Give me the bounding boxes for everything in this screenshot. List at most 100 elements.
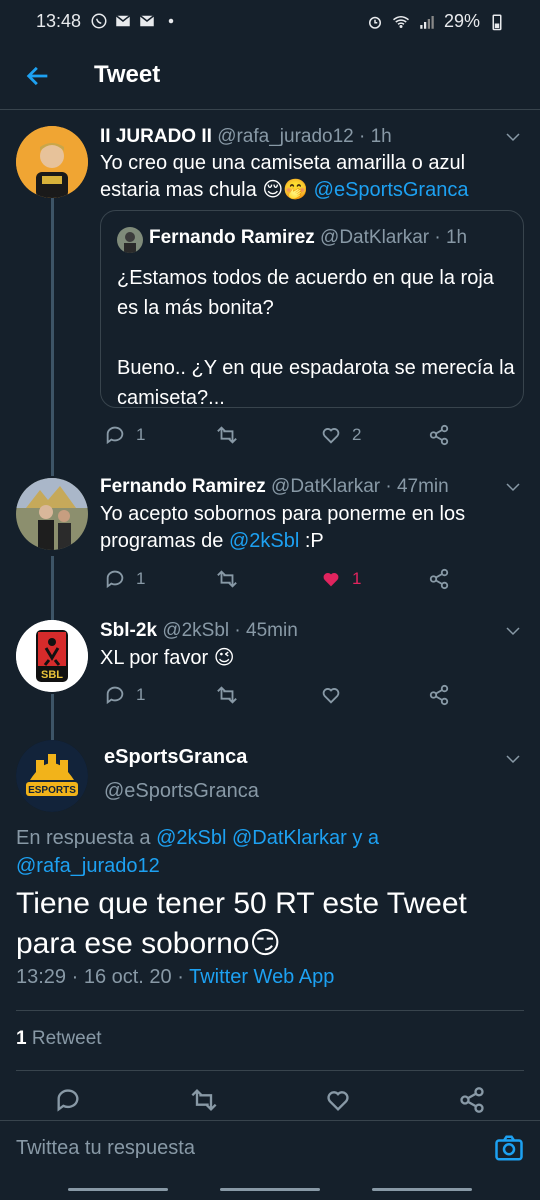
author-name[interactable]: Fernando Ramirez xyxy=(100,476,266,497)
reply-count: 1 xyxy=(136,425,146,444)
like-action[interactable] xyxy=(320,684,342,706)
nav-home[interactable] xyxy=(220,1188,320,1191)
tweet-actions: 1 xyxy=(100,684,460,708)
chevron-down-icon[interactable] xyxy=(504,128,522,146)
avatar[interactable] xyxy=(16,126,88,198)
chevron-down-icon[interactable] xyxy=(504,622,522,640)
retweet-count: 1 xyxy=(16,1028,27,1049)
share-icon[interactable] xyxy=(428,568,450,590)
retweet-icon[interactable] xyxy=(216,424,238,446)
author-meta: @rafa_jurado12 · 1h xyxy=(217,126,392,147)
mail-icon xyxy=(139,15,155,27)
reply-tweet[interactable]: Fernando Ramirez @DatKlarkar · 47min Yo … xyxy=(0,468,540,612)
avatar[interactable] xyxy=(16,478,88,550)
tweet-header: Fernando Ramirez @DatKlarkar · 47min xyxy=(100,476,449,498)
main-author-handle[interactable]: @eSportsGranca xyxy=(104,780,259,803)
page-title: Tweet xyxy=(94,61,161,88)
share-icon[interactable] xyxy=(458,1086,486,1114)
logo-text: SBL xyxy=(41,669,63,681)
tweet-body: :P xyxy=(299,530,324,552)
notification-icons xyxy=(90,12,180,30)
tweet-body: XL por favor 😉 xyxy=(100,647,235,669)
thread-line xyxy=(51,612,54,620)
chevron-down-icon[interactable] xyxy=(504,478,522,496)
reply-action[interactable]: 1 xyxy=(104,424,145,446)
like-count: 1 xyxy=(352,569,362,588)
mail-icon xyxy=(115,15,131,27)
share-icon[interactable] xyxy=(428,684,450,706)
share-action[interactable] xyxy=(428,684,450,706)
thread-line xyxy=(51,556,54,612)
retweet-stats[interactable]: 1 Retweet xyxy=(16,1028,102,1050)
nav-back[interactable] xyxy=(372,1188,472,1191)
tweet-meta: 13:29 · 16 oct. 20 · Twitter Web App xyxy=(16,966,334,989)
heart-icon[interactable] xyxy=(320,684,342,706)
tweet-text: Yo acepto sobornos para ponerme en los p… xyxy=(100,501,500,555)
tweet-actions: 1 1 xyxy=(100,568,460,592)
tweet-header: Sbl-2k @2kSbl · 45min xyxy=(100,620,298,642)
share-action[interactable] xyxy=(428,424,450,446)
quote-author-meta: @DatKlarkar · 1h xyxy=(320,227,468,248)
reply-mention-last[interactable]: @rafa_jurado12 xyxy=(16,855,160,877)
mention-link[interactable]: @eSportsGranca xyxy=(314,179,469,201)
signal-icon xyxy=(420,15,434,29)
nav-recents[interactable] xyxy=(68,1188,168,1191)
share-icon[interactable] xyxy=(428,424,450,446)
main-author-name[interactable]: eSportsGranca xyxy=(104,746,247,769)
tweet-source[interactable]: Twitter Web App xyxy=(189,966,334,988)
reply-prefix: En respuesta a xyxy=(16,827,151,849)
reply-composer[interactable]: Twittea tu respuesta xyxy=(0,1120,540,1176)
reply-and[interactable]: y a xyxy=(352,827,379,849)
reply-input[interactable]: Twittea tu respuesta xyxy=(16,1137,195,1160)
like-action[interactable]: 1 xyxy=(320,568,361,590)
retweet-icon[interactable] xyxy=(216,684,238,706)
reply-icon[interactable] xyxy=(54,1086,82,1114)
camera-icon[interactable] xyxy=(494,1133,524,1163)
thread-line xyxy=(51,198,54,468)
status-right: 29% xyxy=(366,11,506,32)
reply-action[interactable]: 1 xyxy=(104,684,145,706)
retweet-label: Retweet xyxy=(31,1028,102,1049)
retweet-action[interactable] xyxy=(216,568,238,590)
reply-icon[interactable] xyxy=(104,424,126,446)
retweet-icon[interactable] xyxy=(216,568,238,590)
reply-icon[interactable] xyxy=(104,568,126,590)
main-avatar[interactable]: ESPORTS xyxy=(16,740,88,812)
quote-author-name: Fernando Ramirez xyxy=(149,227,315,248)
whatsapp-icon xyxy=(91,13,107,29)
tweet-header: II JURADO II @rafa_jurado12 · 1h xyxy=(100,126,392,148)
retweet-action[interactable] xyxy=(216,424,238,446)
divider xyxy=(16,1070,524,1071)
heart-icon[interactable] xyxy=(320,424,342,446)
main-tweet-actions xyxy=(0,1086,540,1116)
thread-line xyxy=(51,694,54,732)
divider xyxy=(16,1010,524,1011)
status-time: 13:48 xyxy=(36,11,82,31)
top-bar: Tweet xyxy=(0,44,540,110)
author-name[interactable]: II JURADO II xyxy=(100,126,212,147)
heart-icon[interactable] xyxy=(324,1086,352,1114)
back-arrow-icon[interactable] xyxy=(24,62,52,90)
author-name[interactable]: Sbl-2k xyxy=(100,620,157,641)
reply-tweet[interactable]: SBL Sbl-2k @2kSbl · 45min XL por favor 😉… xyxy=(0,612,540,732)
like-action[interactable]: 2 xyxy=(320,424,361,446)
thread-line xyxy=(51,732,54,740)
heart-filled-icon[interactable] xyxy=(320,568,342,590)
retweet-action[interactable] xyxy=(216,684,238,706)
mention-link[interactable]: @2kSbl xyxy=(229,530,299,552)
tweet-timestamp: 13:29 · 16 oct. 20 · xyxy=(16,966,184,988)
reply-count: 1 xyxy=(136,569,146,588)
battery-icon xyxy=(492,14,502,30)
reply-action[interactable]: 1 xyxy=(104,568,145,590)
share-action[interactable] xyxy=(428,568,450,590)
tweet-actions: 1 2 xyxy=(100,424,460,448)
thread-line xyxy=(51,468,54,476)
quoted-tweet[interactable]: Fernando Ramirez @DatKlarkar · 1h ¿Estam… xyxy=(100,210,524,409)
chevron-down-icon[interactable] xyxy=(504,750,522,768)
retweet-icon[interactable] xyxy=(190,1086,218,1114)
reply-mentions[interactable]: @2kSbl @DatKlarkar xyxy=(156,827,347,849)
reply-icon[interactable] xyxy=(104,684,126,706)
reply-tweet[interactable]: II JURADO II @rafa_jurado12 · 1h Yo creo… xyxy=(0,110,540,468)
avatar[interactable]: SBL xyxy=(16,620,88,692)
system-nav-bar xyxy=(0,1176,540,1200)
